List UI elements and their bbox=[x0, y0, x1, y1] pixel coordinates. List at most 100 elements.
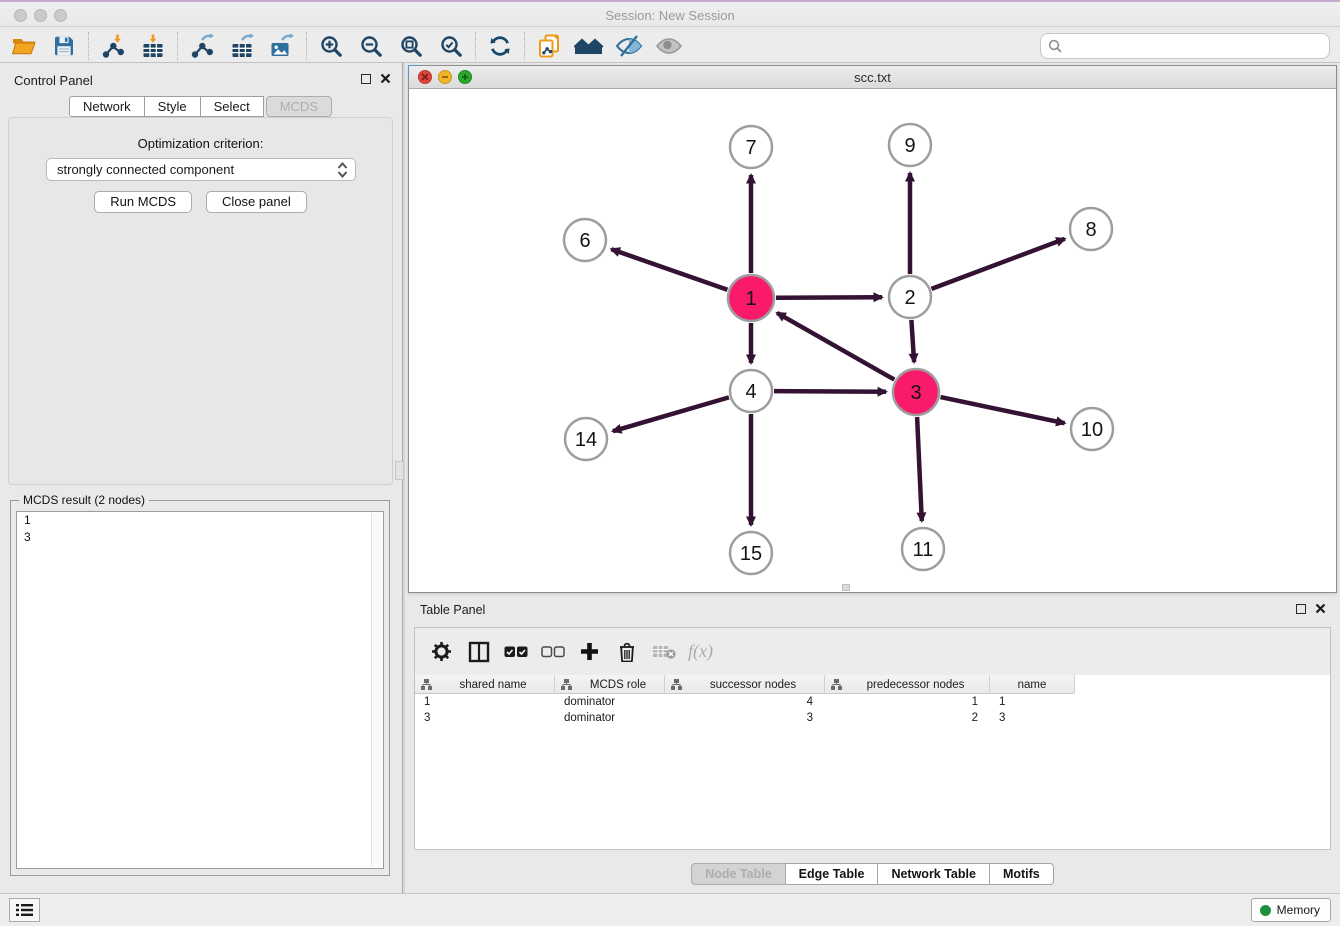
mcds-result-list[interactable]: 13 bbox=[16, 511, 384, 869]
mcds-result-legend: MCDS result (2 nodes) bbox=[19, 493, 149, 507]
column-header-MCDS-role[interactable]: MCDS role bbox=[555, 675, 665, 694]
task-history-button[interactable] bbox=[9, 898, 40, 922]
mcds-result-items: 13 bbox=[17, 512, 383, 546]
zoom-selected-button[interactable] bbox=[431, 31, 471, 61]
close-panel-button[interactable]: Close panel bbox=[206, 191, 307, 213]
window-title: Session: New Session bbox=[0, 8, 1340, 23]
graph-node-label-15: 15 bbox=[740, 543, 762, 565]
memory-button[interactable]: Memory bbox=[1251, 898, 1331, 922]
show-hidden-button[interactable] bbox=[649, 31, 689, 61]
add-column-button[interactable] bbox=[571, 635, 608, 669]
graph-edge-4-14[interactable] bbox=[613, 397, 729, 431]
column-header-successor-nodes[interactable]: successor nodes bbox=[665, 675, 825, 694]
zoom-fit-button[interactable] bbox=[391, 31, 431, 61]
graph-edge-3-1[interactable] bbox=[777, 313, 894, 380]
close-table-panel-icon[interactable] bbox=[1315, 603, 1326, 614]
refresh-icon bbox=[487, 33, 513, 59]
table-cell[interactable]: 2 bbox=[825, 710, 990, 726]
graph-edge-4-3[interactable] bbox=[774, 391, 886, 392]
gear-icon bbox=[431, 641, 452, 662]
network-canvas[interactable]: 7968124314101511 bbox=[409, 89, 1336, 592]
zoom-selected-icon bbox=[439, 34, 464, 59]
tab-mcds[interactable]: MCDS bbox=[266, 96, 332, 117]
search-input[interactable] bbox=[1040, 33, 1330, 59]
zoom-in-button[interactable] bbox=[311, 31, 351, 61]
memory-label: Memory bbox=[1277, 903, 1320, 917]
export-image-button[interactable] bbox=[262, 31, 302, 61]
export-table-button[interactable] bbox=[222, 31, 262, 61]
table-row[interactable]: 1dominator411 bbox=[415, 694, 1330, 710]
float-panel-icon[interactable] bbox=[361, 74, 371, 84]
tab-motifs[interactable]: Motifs bbox=[990, 863, 1054, 885]
save-icon bbox=[52, 34, 76, 58]
import-table-button[interactable] bbox=[133, 31, 173, 61]
column-header-shared-name[interactable]: shared name bbox=[415, 675, 555, 694]
run-mcds-button[interactable]: Run MCDS bbox=[94, 191, 192, 213]
node-table-body[interactable]: 1dominator4113dominator323 bbox=[415, 694, 1330, 849]
network-window-titlebar[interactable]: scc.txt bbox=[409, 66, 1336, 89]
home-button[interactable] bbox=[569, 31, 609, 61]
search-icon bbox=[1048, 39, 1063, 54]
graph-edge-2-3[interactable] bbox=[911, 320, 914, 362]
clone-network-button[interactable] bbox=[529, 31, 569, 61]
import-network-button[interactable] bbox=[93, 31, 133, 61]
list-icon bbox=[16, 903, 33, 917]
graph-svg[interactable]: 7968124314101511 bbox=[409, 89, 1336, 592]
zoom-out-icon bbox=[359, 34, 384, 59]
fx-icon: f(x) bbox=[688, 641, 713, 662]
table-cell[interactable]: 3 bbox=[415, 710, 555, 726]
graph-edge-2-8[interactable] bbox=[932, 239, 1065, 289]
table-cell[interactable]: 4 bbox=[665, 694, 825, 710]
deselect-all-columns-button[interactable] bbox=[534, 635, 571, 669]
toolbar-separator bbox=[88, 32, 89, 60]
zoom-out-button[interactable] bbox=[351, 31, 391, 61]
control-panel-header: Control Panel bbox=[0, 71, 401, 91]
homes-icon bbox=[574, 34, 604, 58]
table-cell[interactable]: 1 bbox=[825, 694, 990, 710]
float-table-panel-icon[interactable] bbox=[1296, 604, 1306, 614]
graph-edge-1-2[interactable] bbox=[776, 297, 882, 298]
hide-selected-button[interactable] bbox=[609, 31, 649, 61]
delete-table-button[interactable] bbox=[645, 635, 682, 669]
control-panel: Control Panel Network Style Select MCDS … bbox=[0, 63, 401, 893]
table-cell[interactable]: dominator bbox=[555, 694, 665, 710]
column-settings-button[interactable] bbox=[423, 635, 460, 669]
hierarchy-icon bbox=[561, 679, 572, 690]
table-cell[interactable]: 1 bbox=[990, 694, 1075, 710]
graph-edge-1-6[interactable] bbox=[611, 249, 727, 290]
mcds-result-item[interactable]: 1 bbox=[17, 512, 383, 529]
export-network-button[interactable] bbox=[182, 31, 222, 61]
select-all-columns-button[interactable] bbox=[497, 635, 534, 669]
table-cell[interactable]: 3 bbox=[990, 710, 1075, 726]
tab-node-table[interactable]: Node Table bbox=[691, 863, 785, 885]
tab-network-table[interactable]: Network Table bbox=[878, 863, 990, 885]
mcds-result-item[interactable]: 3 bbox=[17, 529, 383, 546]
status-bar: Memory bbox=[0, 893, 1340, 926]
divider-grip[interactable] bbox=[395, 461, 404, 480]
table-cell[interactable]: dominator bbox=[555, 710, 665, 726]
column-header-predecessor-nodes[interactable]: predecessor nodes bbox=[825, 675, 990, 694]
graph-edge-3-11[interactable] bbox=[917, 417, 922, 521]
tab-network[interactable]: Network bbox=[69, 96, 145, 117]
graph-edge-3-10[interactable] bbox=[941, 397, 1065, 423]
split-panel-button[interactable] bbox=[460, 635, 497, 669]
function-builder-button[interactable]: f(x) bbox=[682, 635, 719, 669]
table-cell[interactable]: 3 bbox=[665, 710, 825, 726]
apply-layout-button[interactable] bbox=[480, 31, 520, 61]
graph-node-label-3: 3 bbox=[910, 382, 921, 404]
open-session-button[interactable] bbox=[4, 31, 44, 61]
mcds-result-group: MCDS result (2 nodes) 13 bbox=[10, 500, 390, 876]
delete-column-button[interactable] bbox=[608, 635, 645, 669]
tab-style[interactable]: Style bbox=[145, 96, 201, 117]
network-scroll-grip[interactable] bbox=[842, 584, 850, 591]
table-row[interactable]: 3dominator323 bbox=[415, 710, 1330, 726]
column-header-name[interactable]: name bbox=[990, 675, 1075, 694]
tab-select[interactable]: Select bbox=[201, 96, 264, 117]
result-scrollbar[interactable] bbox=[371, 513, 382, 867]
criterion-dropdown[interactable]: strongly connected component bbox=[46, 158, 356, 181]
table-cell[interactable]: 1 bbox=[415, 694, 555, 710]
close-panel-icon[interactable] bbox=[380, 73, 391, 84]
save-session-button[interactable] bbox=[44, 31, 84, 61]
tab-edge-table[interactable]: Edge Table bbox=[786, 863, 879, 885]
plus-icon bbox=[580, 642, 599, 661]
